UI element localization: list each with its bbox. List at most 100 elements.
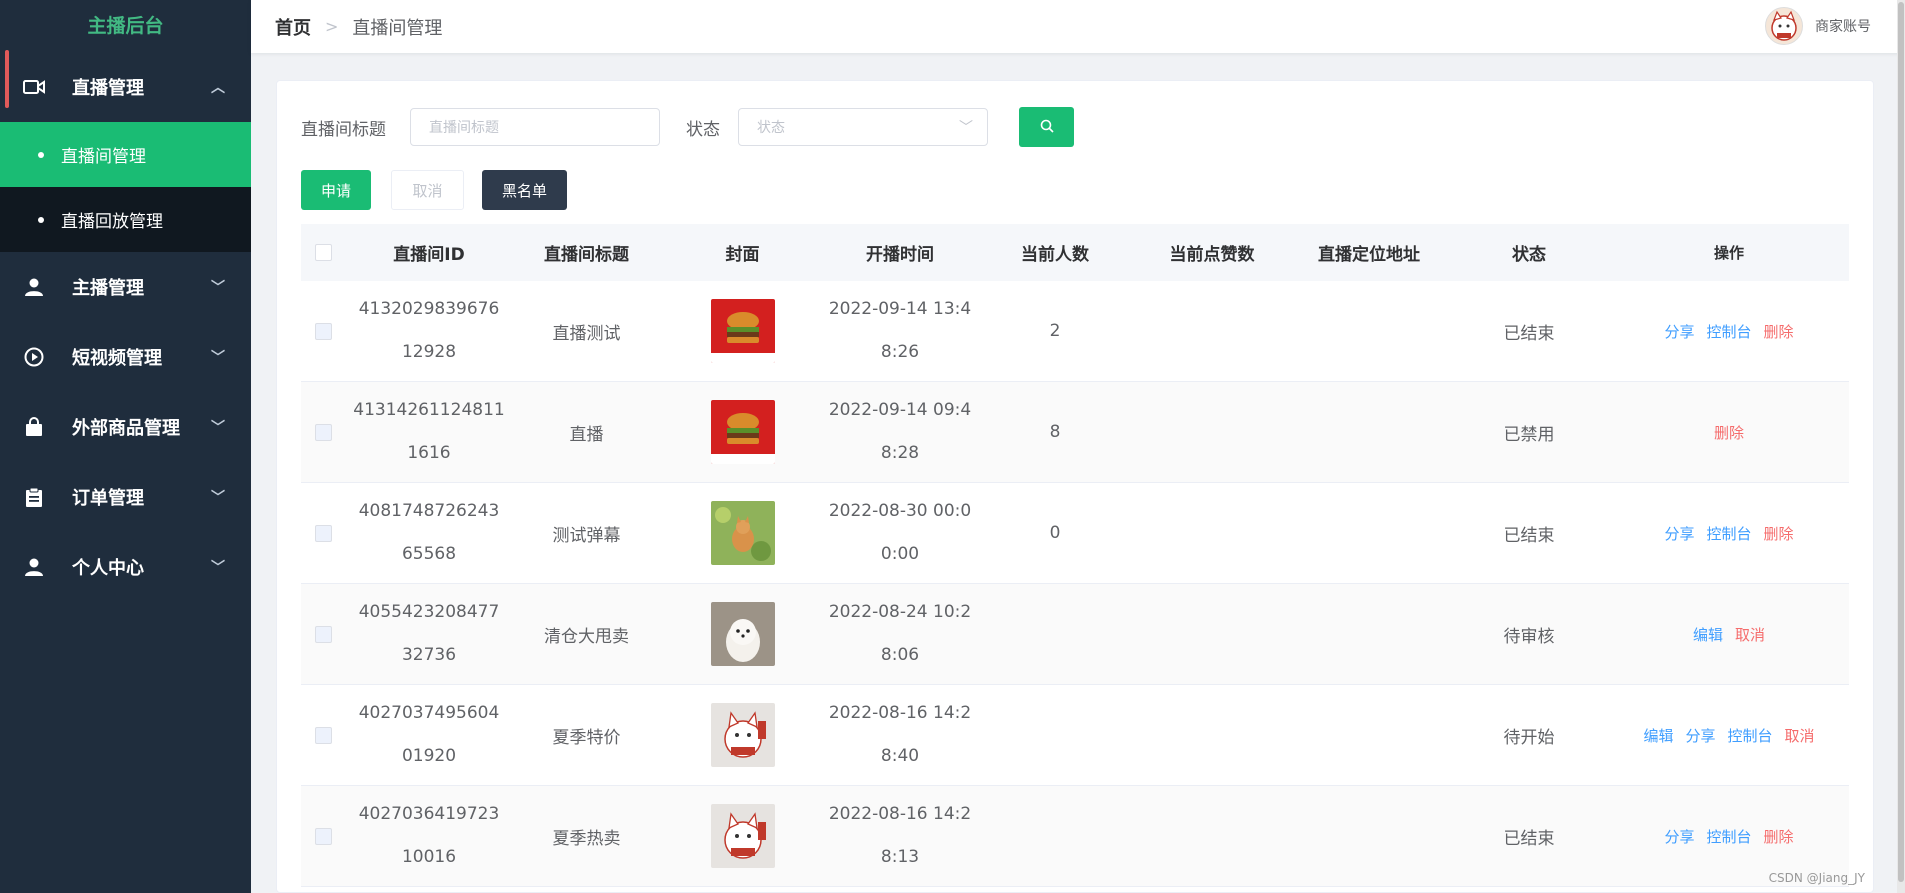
sidebar: 主播后台 直播管理 ︿ 直播间管理 直播回放管理 主播管理 ﹀ 短视频管理 ﹀ <box>0 0 251 893</box>
room-title-cell: 直播 <box>569 424 604 445</box>
cover-cell <box>660 804 825 868</box>
start-time-line: 2022-08-30 00:0 <box>828 501 972 521</box>
room-title-cell: 夏季热卖 <box>552 828 621 849</box>
start-time-line: 2022-09-14 09:4 <box>828 400 972 420</box>
search-button[interactable] <box>1019 107 1074 147</box>
start-time-line: 2022-09-14 13:4 <box>828 299 972 319</box>
edit-button[interactable]: 编辑 <box>1643 725 1673 746</box>
account-name: 商家账号 <box>1815 19 1871 35</box>
chevron-down-icon: ﹀ <box>211 560 225 576</box>
cover-image <box>710 602 775 666</box>
room-id-line: 32736 <box>401 645 457 665</box>
row-checkbox[interactable] <box>314 827 332 845</box>
brand-title: 主播后台 <box>87 15 164 37</box>
menu-live-management[interactable]: 直播管理 ︿ <box>0 52 251 122</box>
room-id-line: 65568 <box>401 544 457 564</box>
room-id-cell: 4055423208477 32736 <box>345 591 513 677</box>
room-id-line: 1616 <box>407 443 451 463</box>
room-id-line: 4027037495604 <box>358 703 500 723</box>
start-time-line: 8:28 <box>880 443 920 463</box>
menu-label: 外部商品管理 <box>72 418 180 439</box>
blacklist-button[interactable]: 黑名单 <box>482 170 567 210</box>
operations-cell: 编辑 分享 控制台 取消 <box>1609 725 1849 746</box>
select-all-checkbox[interactable] <box>314 244 332 261</box>
start-time-line: 2022-08-16 14:2 <box>828 804 972 824</box>
menu-anchor-management[interactable]: 主播管理 ﹀ <box>0 252 251 322</box>
breadcrumb: 首页 > 直播间管理 <box>275 14 442 40</box>
menu-short-video-management[interactable]: 短视频管理 ﹀ <box>0 322 251 392</box>
cancel-button[interactable]: 取消 <box>391 170 464 210</box>
apply-button[interactable]: 申请 <box>301 170 371 210</box>
viewer-count-cell: 8 <box>1049 422 1061 442</box>
operations-cell: 分享 控制台 删除 <box>1609 321 1849 342</box>
user-icon <box>22 275 46 299</box>
console-button[interactable]: 控制台 <box>1706 321 1751 342</box>
column-header: 封面 <box>725 245 760 265</box>
start-time-line: 8:26 <box>880 342 920 362</box>
menu-external-goods-management[interactable]: 外部商品管理 ﹀ <box>0 392 251 462</box>
action-bar: 申请 取消 黑名单 <box>301 170 567 210</box>
menu-order-management[interactable]: 订单管理 ﹀ <box>0 462 251 532</box>
page-scrollbar-thumb[interactable] <box>1898 2 1904 882</box>
breadcrumb-current: 直播间管理 <box>352 17 443 39</box>
start-time-cell: 2022-08-16 14:2 8:40 <box>825 692 975 778</box>
row-checkbox[interactable] <box>314 322 332 340</box>
delete-button[interactable]: 删除 <box>1764 523 1794 544</box>
cover-cell <box>660 400 825 464</box>
console-button[interactable]: 控制台 <box>1728 725 1773 746</box>
breadcrumb-home[interactable]: 首页 <box>275 14 311 40</box>
status-select[interactable]: 状态 ﹀ <box>738 108 988 146</box>
status-cell: 已结束 <box>1503 323 1555 344</box>
cover-cell <box>660 602 825 666</box>
bullet-icon <box>38 216 44 223</box>
room-title-cell: 清仓大甩卖 <box>544 626 629 647</box>
submenu-live-replay-management[interactable]: 直播回放管理 <box>0 187 251 252</box>
operations-cell: 编辑 取消 <box>1609 624 1849 645</box>
share-button[interactable]: 分享 <box>1664 826 1694 847</box>
delete-button[interactable]: 删除 <box>1764 321 1794 342</box>
table-row: 4027037495604 01920 夏季特价 2022-08-16 14:2 8:4… <box>301 685 1849 786</box>
column-header: 直播定位地址 <box>1318 245 1420 265</box>
menu-label: 短视频管理 <box>72 348 162 369</box>
row-checkbox[interactable] <box>314 726 332 744</box>
table-body: 4132029839676 12928 直播测试 2022-09-14 13:4 8:2… <box>301 281 1849 887</box>
filter-bar: 直播间标题 直播间标题 状态 状态 ﹀ <box>301 107 1074 147</box>
row-checkbox[interactable] <box>314 423 332 441</box>
column-header: 直播间标题 <box>544 245 629 265</box>
start-time-line: 2022-08-24 10:2 <box>828 602 972 622</box>
edit-button[interactable]: 编辑 <box>1693 624 1723 645</box>
avatar[interactable] <box>1765 7 1803 45</box>
table-header: 直播间ID 直播间标题 封面 开播时间 当前人数 当前点赞数 直播定位地址 状态… <box>301 224 1849 281</box>
room-id-line: 01920 <box>401 746 457 766</box>
delete-button[interactable]: 删除 <box>1764 826 1794 847</box>
user-menu[interactable]: 商家账号 <box>1765 7 1871 45</box>
row-checkbox[interactable] <box>314 524 332 542</box>
table-row: 4055423208477 32736 清仓大甩卖 2022-08-24 10:2 8:… <box>301 584 1849 685</box>
title-search-input[interactable]: 直播间标题 <box>410 108 660 146</box>
console-button[interactable]: 控制台 <box>1706 826 1751 847</box>
row-select-cell <box>301 423 345 441</box>
share-button[interactable]: 分享 <box>1664 321 1694 342</box>
share-button[interactable]: 分享 <box>1664 523 1694 544</box>
status-cell: 待开始 <box>1503 727 1555 748</box>
status-cell: 已结束 <box>1503 525 1555 546</box>
row-select-cell <box>301 827 345 845</box>
status-select-placeholder: 状态 <box>757 120 785 136</box>
chevron-down-icon: ﹀ <box>211 350 225 366</box>
live-submenu: 直播间管理 直播回放管理 <box>0 122 251 252</box>
start-time-cell: 2022-08-16 14:2 8:13 <box>825 793 975 879</box>
row-checkbox[interactable] <box>314 625 332 643</box>
delete-button[interactable]: 删除 <box>1714 422 1744 443</box>
submenu-live-room-management[interactable]: 直播间管理 <box>0 122 251 187</box>
start-time-line: 8:40 <box>880 746 920 766</box>
share-button[interactable]: 分享 <box>1685 725 1715 746</box>
page-scrollbar[interactable] <box>1897 0 1905 893</box>
menu-personal-center[interactable]: 个人中心 ﹀ <box>0 532 251 602</box>
console-button[interactable]: 控制台 <box>1706 523 1751 544</box>
cancel-row-button[interactable]: 取消 <box>1785 725 1815 746</box>
room-id-line: 4081748726243 <box>358 501 500 521</box>
room-id-cell: 41314261124811 1616 <box>345 389 513 475</box>
cancel-row-button[interactable]: 取消 <box>1735 624 1765 645</box>
start-time-line: 0:00 <box>880 544 920 564</box>
chevron-down-icon: ﹀ <box>211 420 225 436</box>
